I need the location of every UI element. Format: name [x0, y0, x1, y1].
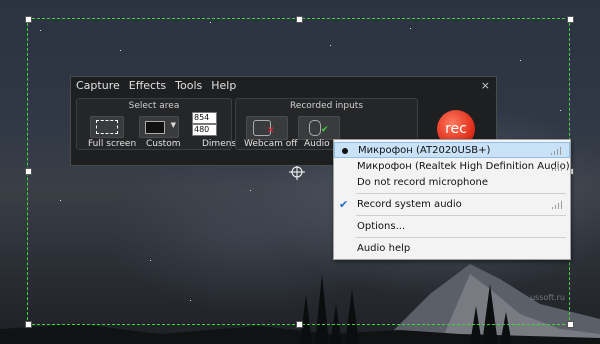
resize-handle-bottom[interactable]	[296, 321, 303, 328]
width-input[interactable]: 854	[192, 112, 217, 124]
webcam-button[interactable]: ✕	[246, 116, 288, 140]
bullet-icon	[342, 148, 348, 154]
menu-item-mic-at2020[interactable]: Микрофон (AT2020USB+)	[334, 142, 570, 158]
check-icon: ✔	[339, 198, 349, 211]
menu-item-audio-help[interactable]: Audio help	[334, 241, 570, 257]
watermark: ussoft.ru	[529, 293, 565, 302]
height-input[interactable]: 480	[192, 124, 217, 136]
audio-dropdown-menu: Микрофон (AT2020USB+) Микрофон (Realtek …	[333, 139, 571, 260]
webcam-label: Webcam off	[244, 139, 298, 149]
menu-separator	[356, 215, 566, 216]
resize-handle-top-right[interactable]	[567, 16, 574, 23]
menu-item-no-microphone[interactable]: Do not record microphone	[334, 175, 570, 191]
menu-separator	[356, 193, 566, 194]
resize-handle-left[interactable]	[25, 168, 32, 175]
resize-handle-bottom-left[interactable]	[25, 321, 32, 328]
resize-handle-top-left[interactable]	[25, 16, 32, 23]
full-screen-button[interactable]	[90, 116, 124, 138]
custom-area-icon	[145, 121, 165, 134]
volume-bars-icon	[551, 147, 561, 155]
microphone-icon	[309, 120, 321, 136]
custom-area-button[interactable]: ▼	[139, 116, 179, 138]
menu-capture[interactable]: Capture	[76, 79, 120, 92]
menu-item-options[interactable]: Options...	[334, 219, 570, 235]
crosshair-icon[interactable]	[289, 164, 305, 180]
resize-handle-top[interactable]	[296, 16, 303, 23]
close-icon[interactable]: ×	[481, 79, 490, 92]
monitor-icon	[96, 120, 118, 134]
audio-button[interactable]: ✔	[298, 116, 340, 140]
menu-separator	[356, 237, 566, 238]
menu-item-system-audio[interactable]: ✔ Record system audio	[334, 197, 570, 213]
menu-tools[interactable]: Tools	[175, 79, 202, 92]
custom-label: Custom	[146, 139, 181, 149]
select-area-title: Select area	[128, 101, 180, 111]
audio-on-check-icon: ✔	[321, 125, 329, 135]
webcam-off-icon: ✕	[267, 126, 275, 136]
menubar: Capture Effects Tools Help	[71, 77, 496, 94]
full-screen-label: Full screen	[88, 139, 137, 149]
volume-bars-icon	[552, 201, 562, 209]
resize-handle-bottom-right[interactable]	[567, 321, 574, 328]
select-area-panel: Select area Full screen ▼ Custom 854 480…	[76, 98, 244, 150]
menu-item-mic-realtek[interactable]: Микрофон (Realtek High Definition Audio)	[334, 159, 570, 175]
menu-help[interactable]: Help	[211, 79, 236, 92]
volume-bars-icon	[552, 163, 562, 171]
recorded-inputs-title: Recorded inputs	[289, 101, 364, 111]
chevron-down-icon: ▼	[170, 121, 176, 129]
menu-effects[interactable]: Effects	[129, 79, 166, 92]
